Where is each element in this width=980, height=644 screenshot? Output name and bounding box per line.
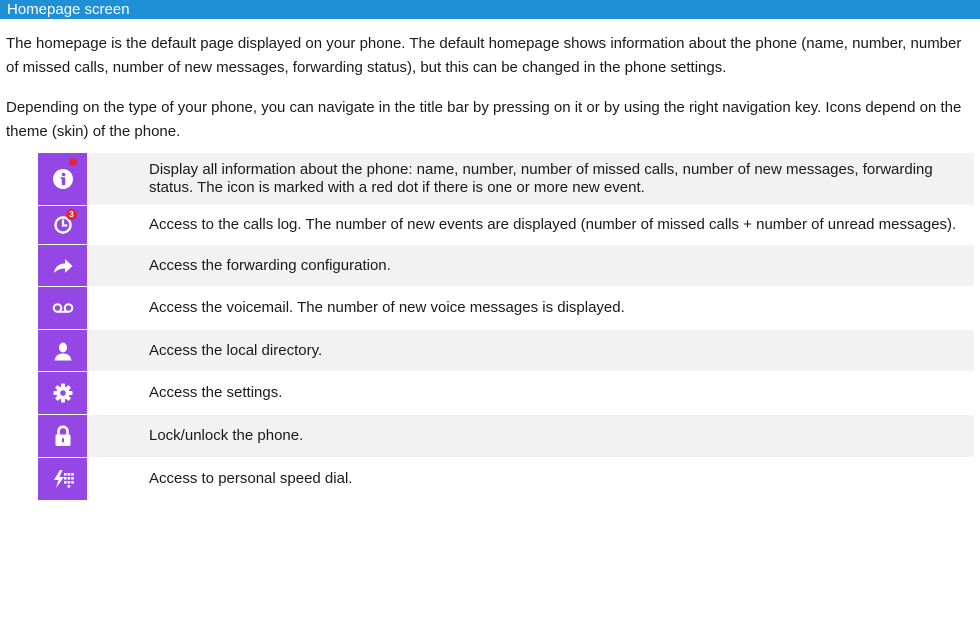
voicemail-icon [52, 302, 74, 314]
new-event-dot [69, 158, 77, 166]
gear-icon [53, 383, 73, 403]
icon-row-calls-log: 3 Access to the calls log. The number of… [38, 206, 974, 244]
icon-cell: 3 [38, 206, 87, 244]
row-description: Lock/unlock the phone. [149, 427, 304, 444]
person-icon [53, 341, 73, 361]
row-description: Display all information about the phone:… [149, 161, 933, 196]
icon-row-local-directory: Access the local directory. [38, 330, 974, 371]
calls-log-badge: 3 [66, 209, 77, 220]
icon-cell [38, 458, 87, 500]
icon-cell [38, 330, 87, 371]
icon-cell [38, 153, 87, 205]
icon-cell [38, 372, 87, 414]
icon-row-voicemail: Access the voicemail. The number of new … [38, 287, 974, 329]
row-description: Access the forwarding configuration. [149, 256, 391, 274]
section-header: Homepage screen [0, 0, 980, 19]
icon-row-settings: Access the settings. [38, 372, 974, 414]
icon-cell [38, 287, 87, 329]
intro-paragraph-2: Depending on the type of your phone, you… [6, 99, 962, 140]
info-icon [52, 168, 74, 190]
row-description: Access the local directory. [149, 341, 323, 359]
row-description: Access the settings. [149, 384, 283, 401]
icon-row-lock: Lock/unlock the phone. [38, 415, 974, 457]
row-description: Access to personal speed dial. [149, 470, 353, 487]
lock-icon [54, 425, 72, 447]
icon-row-forwarding: Access the forwarding configuration. [38, 245, 974, 286]
intro-paragraph-1: The homepage is the default page display… [6, 35, 962, 76]
section-title: Homepage screen [7, 1, 130, 18]
icon-cell [38, 245, 87, 286]
icon-cell [38, 415, 87, 457]
forward-arrow-icon [52, 256, 74, 276]
icon-row-info: Display all information about the phone:… [38, 153, 974, 205]
speed-dial-icon [52, 469, 74, 489]
row-description: Access the voicemail. The number of new … [149, 299, 625, 316]
row-description: Access to the calls log. The number of n… [149, 216, 957, 233]
icon-row-speed-dial: Access to personal speed dial. [38, 458, 974, 500]
